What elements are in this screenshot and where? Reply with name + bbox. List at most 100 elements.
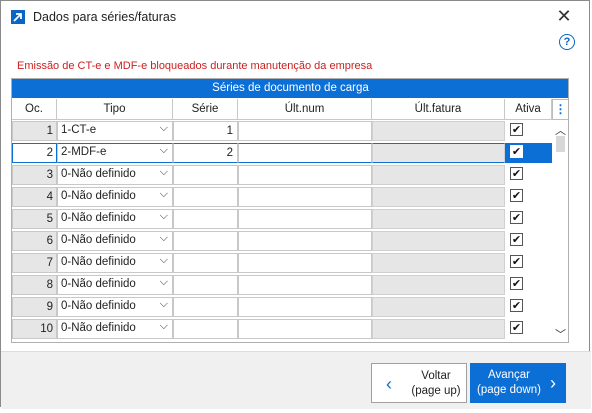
table-row[interactable]: 6 0-Não definido ⌵ ✔ [12,230,552,252]
ult-num-input[interactable] [238,253,372,273]
serie-input[interactable] [173,297,238,317]
table-row[interactable]: 8 0-Não definido ⌵ ✔ [12,274,552,296]
chevron-left-icon: ‹ [386,374,392,394]
ativa-checkbox-cell[interactable]: ✔ [505,187,552,207]
serie-input[interactable] [173,165,238,185]
checkbox-icon[interactable]: ✔ [510,145,523,158]
serie-input[interactable] [173,253,238,273]
table-row[interactable]: 9 0-Não definido ⌵ ✔ [12,296,552,318]
next-button-label: Avançar [488,369,530,381]
ativa-checkbox-cell[interactable]: ✔ [505,231,552,251]
checkbox-icon[interactable]: ✔ [510,211,523,224]
chevron-down-icon[interactable]: ⌵ [160,254,168,267]
ult-num-input[interactable] [238,275,372,295]
chevron-down-icon[interactable]: ⌵ [160,210,168,223]
tipo-select[interactable]: 0-Não definido ⌵ [57,319,173,339]
chevron-down-icon[interactable]: ⌵ [160,166,168,179]
ult-num-input[interactable] [238,209,372,229]
tipo-select[interactable]: 0-Não definido ⌵ [57,253,173,273]
tipo-select[interactable]: 0-Não definido ⌵ [57,297,173,317]
table-row[interactable]: 10 0-Não definido ⌵ ✔ [12,318,552,340]
chevron-down-icon[interactable]: ⌵ [160,232,168,245]
ativa-checkbox-cell[interactable]: ✔ [505,297,552,317]
serie-input[interactable]: 1 [173,121,238,141]
column-header-serie[interactable]: Série [173,99,238,120]
ult-num-input[interactable] [238,121,372,141]
chevron-down-icon[interactable]: ⌵ [160,320,168,333]
back-button[interactable]: ‹ Voltar (page up) [371,363,467,403]
ult-num-input[interactable] [238,297,372,317]
table-row[interactable]: 3 0-Não definido ⌵ ✔ [12,164,552,186]
back-button-shortcut: (page up) [411,385,461,397]
ativa-checkbox-cell[interactable]: ✔ [505,253,552,273]
column-header-oc[interactable]: Oc. [12,99,57,120]
tipo-value: 0-Não definido [61,278,136,290]
vertical-scrollbar[interactable]: ︿ ﹀ [552,120,568,342]
tipo-select[interactable]: 0-Não definido ⌵ [57,165,173,185]
ult-num-input[interactable] [238,319,372,339]
tipo-value: 0-Não definido [61,168,136,180]
serie-input[interactable] [173,187,238,207]
help-icon[interactable]: ? [559,34,575,50]
ativa-checkbox-cell[interactable]: ✔ [505,275,552,295]
checkbox-icon[interactable]: ✔ [510,233,523,246]
scroll-down-icon[interactable]: ﹀ [555,326,566,342]
row-oc-cell: 4 [12,187,57,207]
column-menu-icon[interactable]: ⋮ [552,99,568,120]
serie-input[interactable]: 2 [173,143,238,163]
column-header-ativa[interactable]: Ativa [505,99,552,120]
tipo-select[interactable]: 1-CT-e ⌵ [57,121,173,141]
checkbox-icon[interactable]: ✔ [510,123,523,136]
checkbox-icon[interactable]: ✔ [510,321,523,334]
scroll-thumb[interactable] [556,136,565,152]
ativa-checkbox-cell[interactable]: ✔ [505,319,552,339]
chevron-down-icon[interactable]: ⌵ [160,298,168,311]
next-button-shortcut: (page down) [477,384,541,396]
row-oc-cell: 6 [12,231,57,251]
table-row[interactable]: 1 1-CT-e ⌵ 1 ✔ [12,120,552,142]
checkbox-icon[interactable]: ✔ [510,255,523,268]
column-header-ult-num[interactable]: Últ.num [238,99,372,120]
checkbox-icon[interactable]: ✔ [510,189,523,202]
serie-input[interactable] [173,209,238,229]
table-row[interactable]: 5 0-Não definido ⌵ ✔ [12,208,552,230]
tipo-select[interactable]: 0-Não definido ⌵ [57,275,173,295]
close-icon[interactable]: ✕ [553,7,575,27]
checkbox-icon[interactable]: ✔ [510,299,523,312]
ult-num-input[interactable] [238,165,372,185]
row-oc-cell: 10 [12,319,57,339]
next-button[interactable]: Avançar (page down) › [470,363,566,403]
ult-num-input[interactable] [238,143,372,163]
ativa-checkbox-cell[interactable]: ✔ [505,121,552,141]
ult-fatura-cell [372,121,505,141]
tipo-select[interactable]: 0-Não definido ⌵ [57,231,173,251]
chevron-down-icon[interactable]: ⌵ [160,188,168,201]
table-row[interactable]: 2 2-MDF-e ⌵ 2 ✔ [12,142,552,164]
tipo-select[interactable]: 0-Não definido ⌵ [57,209,173,229]
column-header-tipo[interactable]: Tipo [57,99,173,120]
ativa-checkbox-cell[interactable]: ✔ [505,165,552,185]
table-row[interactable]: 4 0-Não definido ⌵ ✔ [12,186,552,208]
ult-num-input[interactable] [238,187,372,207]
tipo-select[interactable]: 0-Não definido ⌵ [57,187,173,207]
chevron-down-icon[interactable]: ⌵ [160,276,168,289]
column-header-ult-fatura[interactable]: Últ.fatura [372,99,505,120]
table-row[interactable]: 7 0-Não definido ⌵ ✔ [12,252,552,274]
checkbox-icon[interactable]: ✔ [510,277,523,290]
serie-input[interactable] [173,319,238,339]
series-grid: Séries de documento de carga Oc. Tipo Sé… [11,78,569,343]
footer-bar: ‹ Voltar (page up) Avançar (page down) › [1,351,591,409]
ativa-checkbox-cell[interactable]: ✔ [505,209,552,229]
ult-num-input[interactable] [238,231,372,251]
tipo-select[interactable]: 2-MDF-e ⌵ [57,143,173,163]
chevron-down-icon[interactable]: ⌵ [160,122,168,135]
ativa-checkbox-cell[interactable]: ✔ [505,143,552,163]
serie-input[interactable] [173,231,238,251]
dialog-window: Dados para séries/faturas ✕ ? Emissão de… [0,0,591,409]
ult-fatura-cell [372,253,505,273]
checkbox-icon[interactable]: ✔ [510,167,523,180]
serie-input[interactable] [173,275,238,295]
row-oc-cell: 3 [12,165,57,185]
ult-fatura-cell [372,297,505,317]
chevron-down-icon[interactable]: ⌵ [160,144,168,157]
